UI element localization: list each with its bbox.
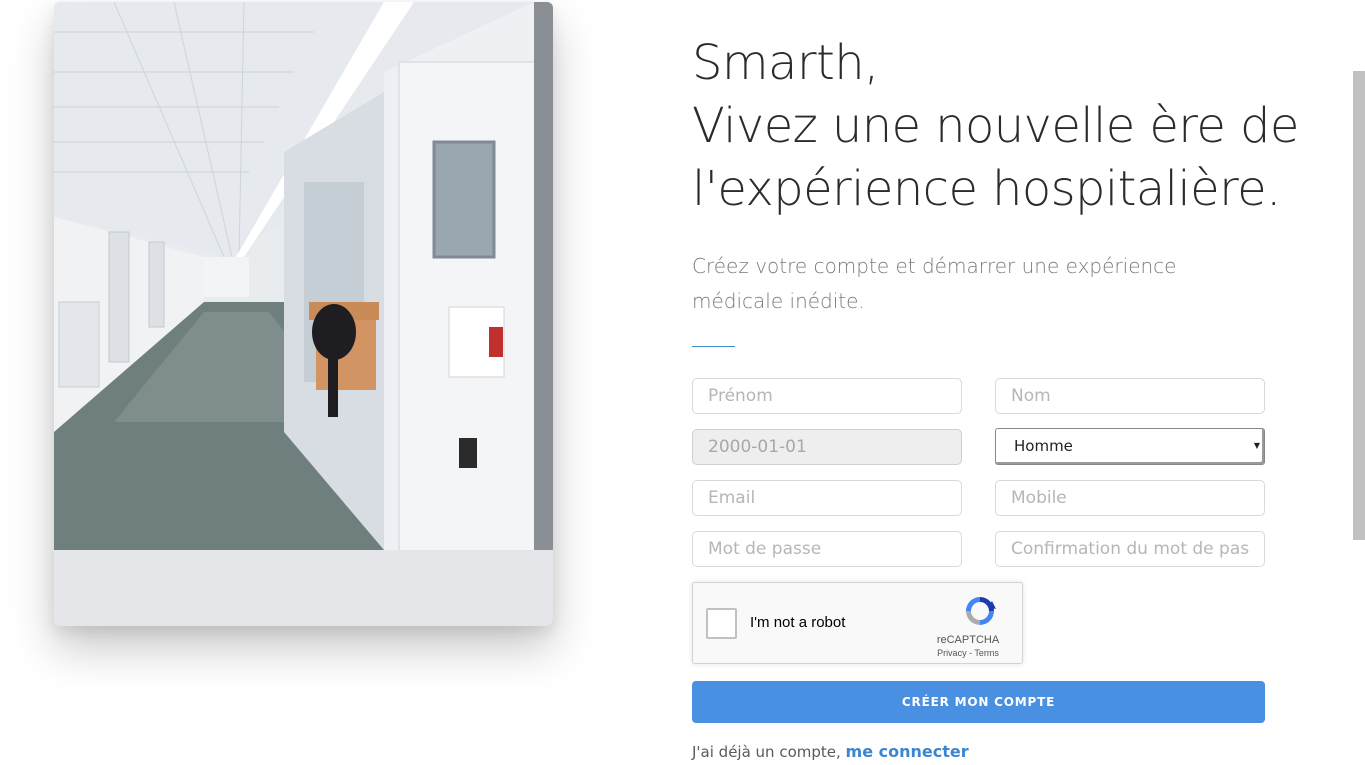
recaptcha-terms-link[interactable]: Terms bbox=[974, 648, 999, 658]
accent-divider bbox=[692, 346, 735, 347]
title-line-1: Smarth, bbox=[692, 35, 879, 91]
title-line-3: l'expérience hospitalière. bbox=[692, 161, 1281, 217]
dropdown-arrow-icon: ▼ bbox=[1253, 441, 1260, 450]
first-name-field[interactable] bbox=[692, 378, 962, 414]
recaptcha-brand: reCAPTCHA bbox=[936, 634, 1000, 646]
mobile-field[interactable] bbox=[995, 480, 1265, 516]
hospital-corridor-image bbox=[54, 2, 553, 626]
corridor-illustration bbox=[54, 2, 553, 626]
recaptcha-label: I'm not a robot bbox=[750, 614, 846, 631]
birthdate-field[interactable] bbox=[692, 429, 962, 465]
page-subtitle: Créez votre compte et démarrer une expér… bbox=[692, 254, 1177, 313]
login-prompt-text: J'ai déjà un compte, bbox=[692, 743, 846, 761]
gender-select-value: Homme bbox=[1014, 437, 1073, 455]
page-title: Smarth, Vivez une nouvelle ère de l'expé… bbox=[692, 32, 1312, 221]
password-confirm-field[interactable] bbox=[995, 531, 1265, 567]
recaptcha-logo-icon bbox=[966, 597, 996, 625]
last-name-field[interactable] bbox=[995, 378, 1265, 414]
create-account-button[interactable]: CRÉER MON COMPTE bbox=[692, 681, 1265, 723]
title-line-2: Vivez une nouvelle ère de bbox=[692, 98, 1299, 154]
gender-select[interactable]: Homme ▼ bbox=[995, 428, 1265, 465]
recaptcha-widget: I'm not a robot reCAPTCHA Privacy - Term… bbox=[692, 582, 1023, 664]
email-field[interactable] bbox=[692, 480, 962, 516]
recaptcha-checkbox[interactable] bbox=[706, 608, 737, 639]
login-prompt: J'ai déjà un compte, me connecter bbox=[692, 742, 969, 761]
recaptcha-privacy-link[interactable]: Privacy bbox=[937, 648, 967, 658]
recaptcha-links: Privacy - Terms bbox=[928, 648, 1008, 658]
page-scrollbar[interactable] bbox=[1353, 71, 1365, 540]
login-link[interactable]: me connecter bbox=[846, 742, 969, 761]
password-field[interactable] bbox=[692, 531, 962, 567]
